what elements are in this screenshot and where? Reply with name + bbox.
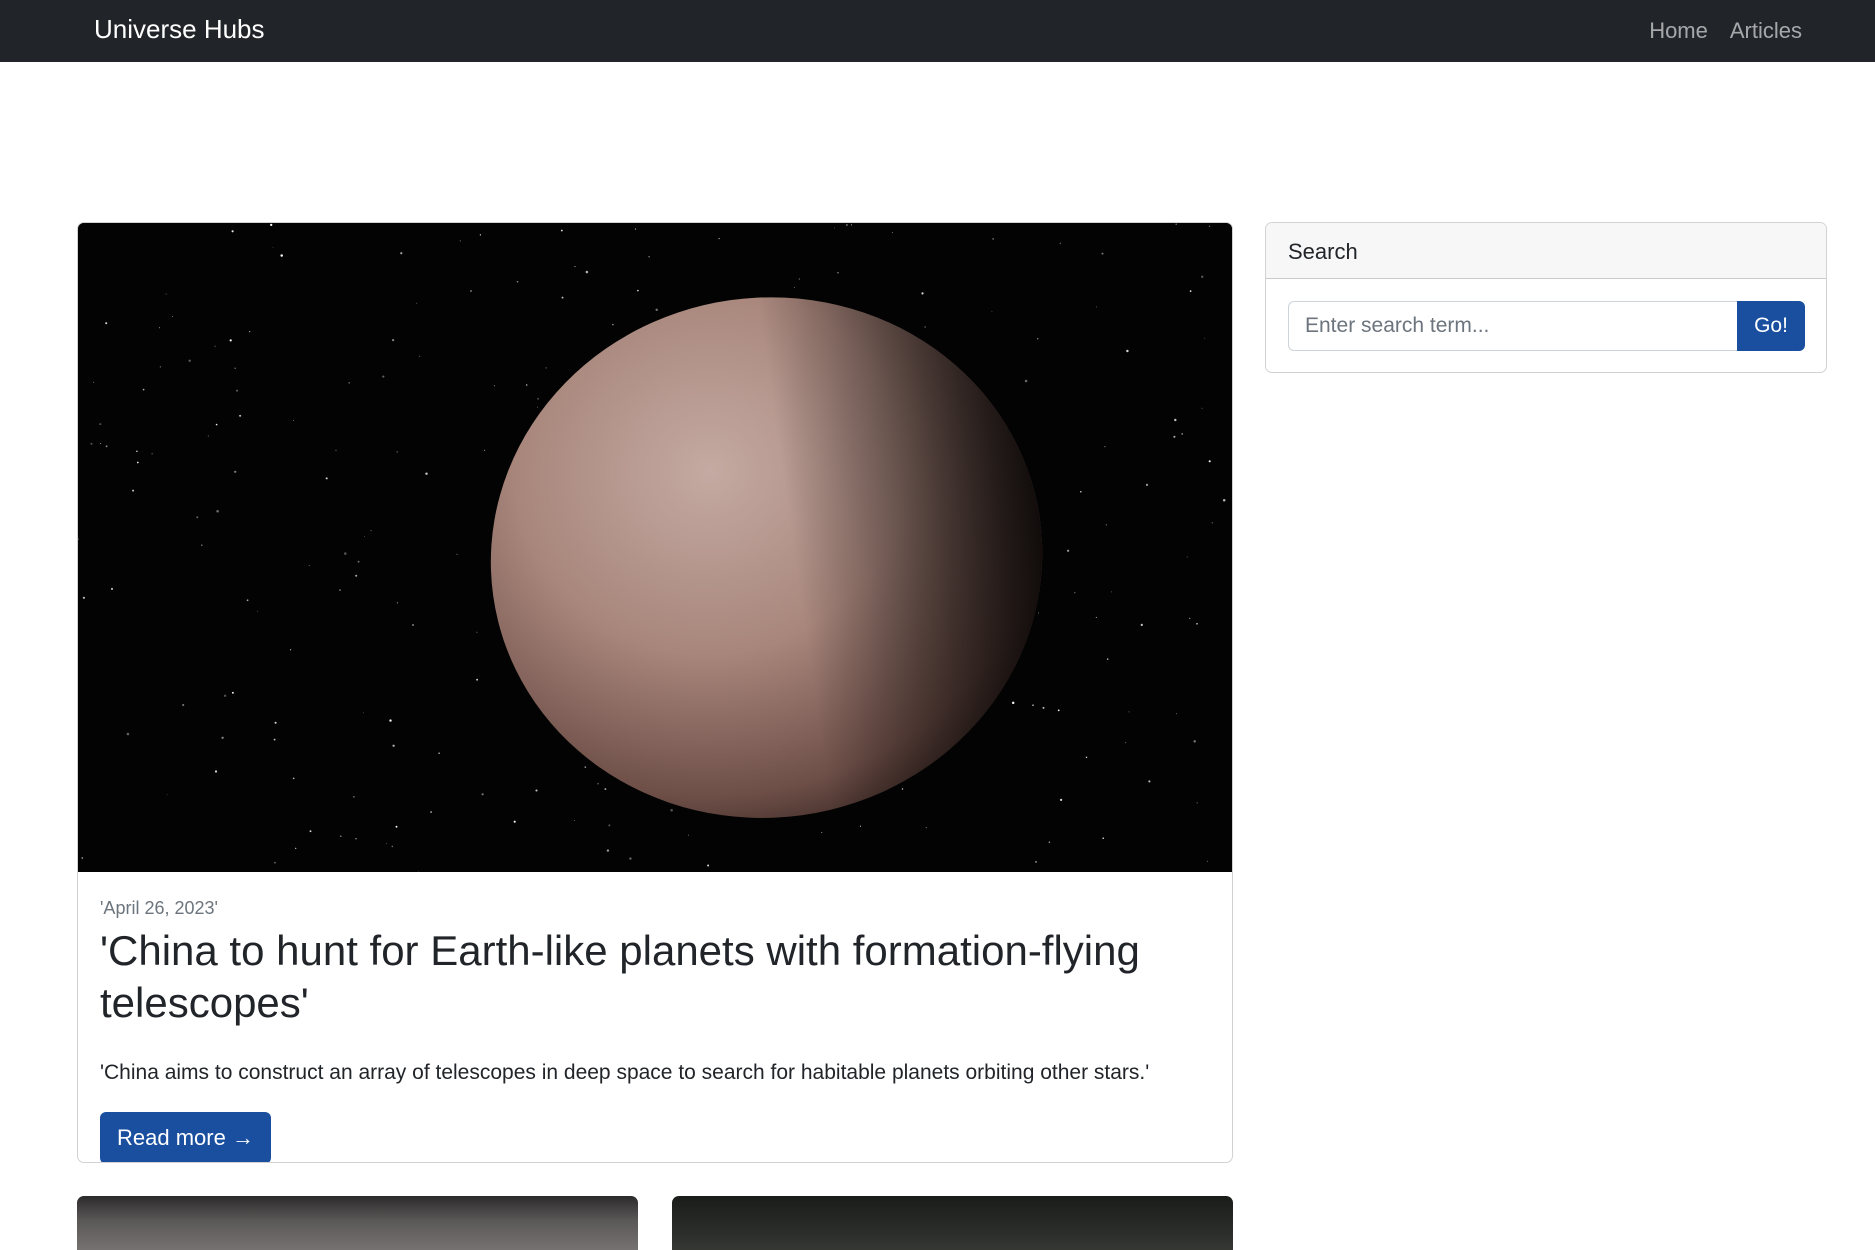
post-thumbnail[interactable] (77, 1196, 638, 1250)
nav-link-home[interactable]: Home (1649, 18, 1708, 44)
post-thumbnail[interactable] (672, 1196, 1233, 1250)
post-date: 'April 26, 2023' (100, 898, 218, 918)
search-widget: Search Go! (1265, 222, 1827, 373)
post-excerpt: 'China aims to construct an array of tel… (100, 1061, 1150, 1084)
featured-post-card: 'April 26, 2023' 'China to hunt for Eart… (77, 222, 1233, 1163)
featured-post-image[interactable] (78, 223, 1232, 872)
search-heading: Search (1288, 239, 1358, 264)
nav-link-articles[interactable]: Articles (1730, 18, 1802, 44)
search-go-button[interactable]: Go! (1737, 301, 1805, 351)
post-title: 'China to hunt for Earth-like planets wi… (100, 927, 1140, 1027)
read-more-button[interactable]: Read more → (100, 1112, 271, 1162)
search-input[interactable] (1288, 301, 1737, 351)
search-widget-header: Search (1266, 223, 1826, 279)
nav-links: Home Articles (1649, 18, 1802, 44)
top-navbar: Universe Hubs Home Articles (0, 0, 1875, 62)
brand-link[interactable]: Universe Hubs (94, 14, 265, 45)
